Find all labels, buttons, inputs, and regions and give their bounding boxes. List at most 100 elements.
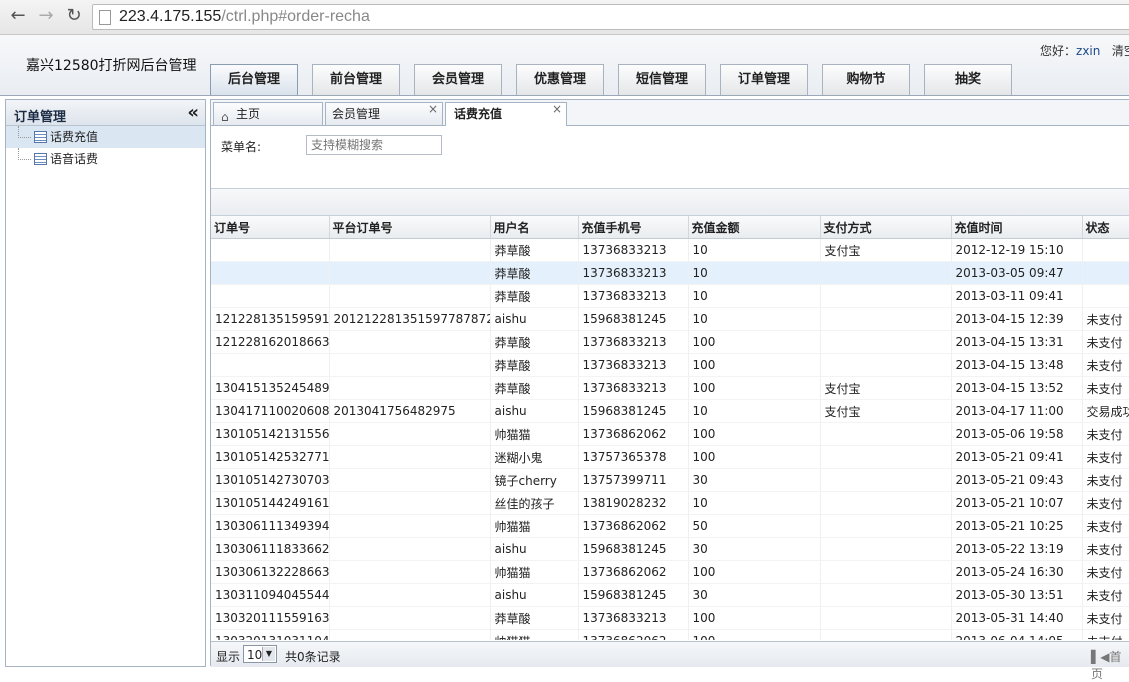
table-cell	[329, 583, 491, 607]
table-cell: 2013-05-31 14:40	[951, 606, 1083, 630]
first-page-button[interactable]: ▌◀首页	[1091, 648, 1129, 682]
table-cell	[211, 353, 330, 377]
table-cell: 50	[688, 514, 821, 538]
column-header[interactable]: 订单号	[211, 216, 330, 239]
table-cell	[820, 422, 952, 446]
table-cell: 帅猫猫	[490, 560, 579, 584]
table-cell: 未支付	[1082, 445, 1129, 469]
table-cell	[329, 261, 491, 285]
table-row[interactable]: 莽草酸 13736833213 100 2013-04-15 13:48 未支付	[211, 353, 1129, 377]
table-cell: 13736833213	[578, 238, 689, 262]
table-cell: 未支付	[1082, 307, 1129, 331]
tab-home[interactable]: ⌂ 主页	[213, 102, 323, 125]
table-cell: 2013-05-22 13:19	[951, 537, 1083, 561]
menu-name-search-input[interactable]	[306, 135, 442, 155]
collapse-double-chevron-icon[interactable]: «	[187, 102, 199, 123]
table-cell: 10	[688, 261, 821, 285]
table-cell: 支付宝	[820, 399, 952, 423]
table-row[interactable]: 莽草酸 13736833213 10 2013-03-11 09:41	[211, 284, 1129, 308]
table-row[interactable]: 130306132228663 帅猫猫 13736862062 100 2013-05-…	[211, 560, 1129, 584]
table-cell	[820, 537, 952, 561]
table-cell	[820, 261, 952, 285]
table-cell: 莽草酸	[490, 284, 579, 308]
tab-member-management[interactable]: 会员管理 ×	[325, 102, 443, 125]
nav-tab-frontend[interactable]: 前台管理	[312, 64, 400, 95]
table-cell	[820, 468, 952, 492]
table-cell: 100	[688, 445, 821, 469]
table-cell: 10	[688, 491, 821, 515]
close-icon[interactable]: ×	[428, 98, 438, 120]
tree-connector	[18, 126, 31, 138]
nav-tab-backend[interactable]: 后台管理	[210, 64, 298, 95]
table-row[interactable]: 130105144249161 丝佳的孩子 13819028232 10 2013-05…	[211, 491, 1129, 515]
back-arrow-icon[interactable]: ←	[6, 4, 30, 28]
table-cell: 迷糊小鬼	[490, 445, 579, 469]
table-cell: aishu	[490, 399, 579, 423]
nav-tab-members[interactable]: 会员管理	[414, 64, 502, 95]
table-row[interactable]: 莽草酸 13736833213 10 2013-03-05 09:47	[211, 261, 1129, 285]
table-row[interactable]: 莽草酸 13736833213 10 支付宝 2012-12-19 15:10	[211, 238, 1129, 262]
page-size-value: 10	[247, 648, 263, 662]
table-cell: 13736833213	[578, 284, 689, 308]
table-row[interactable]: 121228162018663 莽草酸 13736833213 100 2013-04-…	[211, 330, 1129, 354]
table-cell	[1082, 261, 1129, 285]
table-cell: 130311094045544	[211, 583, 330, 607]
table-row[interactable]: 130320131031104 帅猫猫13736862062100 2013-06-…	[211, 629, 1129, 640]
table-row[interactable]: 130311094045544 aishu 15968381245 30 2013-05…	[211, 583, 1129, 607]
column-header[interactable]: 充值金额	[688, 216, 821, 239]
nav-tab-sms[interactable]: 短信管理	[618, 64, 706, 95]
sidebar-item-voice-recharge[interactable]: 语音话费	[6, 148, 205, 170]
nav-tab-orders[interactable]: 订单管理	[720, 64, 808, 95]
table-cell: 100	[688, 353, 821, 377]
table-cell	[820, 560, 952, 584]
orders-grid: 订单号 平台订单号 用户名 充值手机号 充值金额 支付方式 充值时间 状态 莽草酸 137368…	[211, 216, 1129, 640]
table-row[interactable]: 130105142730703 镜子cherry 13757399711 30 2013…	[211, 468, 1129, 492]
table-row[interactable]: 130417110020608 2013041756482975 aishu 1596…	[211, 399, 1129, 423]
app-header: 嘉兴12580打折网后台管理 您好：zxin 清空 后台管理 前台管理 会员管理…	[0, 35, 1129, 96]
table-cell: 130306132228663	[211, 560, 330, 584]
table-cell: 2013-04-15 13:52	[951, 376, 1083, 400]
username: zxin	[1076, 44, 1101, 58]
nav-tab-shopping-festival[interactable]: 购物节	[822, 64, 910, 95]
tab-home-label: 主页	[236, 107, 261, 121]
table-cell: 2013-03-11 09:41	[951, 284, 1083, 308]
column-header[interactable]: 支付方式	[820, 216, 952, 239]
table-row[interactable]: 130105142532771 迷糊小鬼 13757365378 100 2013-05…	[211, 445, 1129, 469]
column-header[interactable]: 平台订单号	[329, 216, 491, 239]
table-row[interactable]: 130306111349394 帅猫猫 13736862062 50 2013-05-2…	[211, 514, 1129, 538]
table-cell: 13736862062	[578, 514, 689, 538]
column-header[interactable]: 用户名	[490, 216, 579, 239]
nav-tab-lottery[interactable]: 抽奖	[924, 64, 1012, 95]
table-cell: 帅猫猫	[490, 629, 579, 640]
table-row[interactable]: 130320111559163 莽草酸 13736833213 100 2013-05-…	[211, 606, 1129, 630]
close-icon[interactable]: ×	[552, 98, 562, 120]
table-cell: 130306111349394	[211, 514, 330, 538]
table-row[interactable]: 121228135159591 2012122813515977878​72 ais…	[211, 307, 1129, 331]
nav-tab-discounts[interactable]: 优惠管理	[516, 64, 604, 95]
table-cell	[820, 307, 952, 331]
table-cell: 30	[688, 537, 821, 561]
table-cell: 100	[688, 606, 821, 630]
table-row[interactable]: 130415135245489 莽草酸 13736833213 100 支付宝 2013-…	[211, 376, 1129, 400]
table-cell: 100	[688, 560, 821, 584]
sidebar-item-phone-recharge[interactable]: 话费充值	[6, 126, 205, 148]
orders-table: 订单号 平台订单号 用户名 充值手机号 充值金额 支付方式 充值时间 状态 莽草酸 137368…	[211, 216, 1129, 640]
reload-icon[interactable]: ↻	[62, 4, 86, 28]
column-header[interactable]: 状态	[1082, 216, 1129, 239]
forward-arrow-icon[interactable]: →	[34, 4, 58, 28]
page-size-select[interactable]: 10 ▼	[243, 645, 277, 663]
column-header[interactable]: 充值时间	[951, 216, 1083, 239]
table-row[interactable]: 130306111833662 aishu 15968381245 30 2013-05…	[211, 537, 1129, 561]
document-icon	[34, 153, 47, 165]
tab-phone-recharge[interactable]: 话费充值 ×	[445, 102, 567, 127]
table-cell	[329, 238, 491, 262]
address-bar[interactable]: 223.4.175.155/ctrl.php#order-recha	[92, 4, 1129, 30]
table-row[interactable]: 130105142131556 帅猫猫 13736862062 100 2013-05-…	[211, 422, 1129, 446]
clear-link[interactable]: 清空	[1112, 44, 1129, 58]
content-tab-strip: ⌂ 主页 会员管理 × 话费充值 ×	[211, 100, 1129, 127]
table-cell	[820, 284, 952, 308]
table-cell: 莽草酸	[490, 606, 579, 630]
table-cell: 10	[688, 399, 821, 423]
table-cell: 2013-05-30 13:51	[951, 583, 1083, 607]
column-header[interactable]: 充值手机号	[578, 216, 689, 239]
